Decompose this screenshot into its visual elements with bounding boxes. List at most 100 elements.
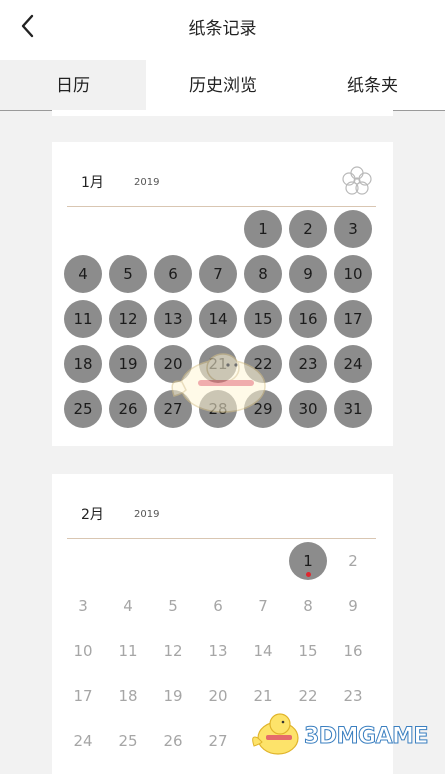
day-cell[interactable]: 8 [289,587,327,625]
day-cell[interactable]: 10 [64,632,102,670]
day-number: 3 [78,597,88,615]
day-number: 5 [168,597,178,615]
day-cell[interactable]: 2 [289,210,327,248]
year-label: 2019 [134,509,160,520]
day-cell[interactable]: 7 [244,587,282,625]
month-card-february: 2月 2019 1 2 3 4 5 6 7 8 9 10 11 12 13 14 15 16 17 18 19 20 2… [52,474,393,774]
tab-note-folder[interactable]: 纸条夹 [300,60,445,110]
day-cell[interactable]: 21 [199,345,237,383]
day-number: 10 [343,265,363,283]
day-cell[interactable]: 14 [244,632,282,670]
day-cell[interactable]: 19 [154,677,192,715]
day-cell[interactable]: 5 [154,587,192,625]
month-label: 1月 [81,175,104,191]
day-number: 26 [163,732,183,750]
day-cell[interactable]: 23 [334,677,372,715]
day-number: 4 [123,597,133,615]
day-cell[interactable]: 3 [334,210,372,248]
day-number: 2 [303,220,313,238]
day-cell[interactable]: 6 [199,587,237,625]
day-cell[interactable]: 29 [244,390,282,428]
day-cell[interactable]: 16 [334,632,372,670]
day-cell[interactable]: 24 [64,722,102,760]
day-number: 5 [123,265,133,283]
day-cell[interactable]: 9 [289,255,327,293]
day-cell[interactable]: 27 [154,390,192,428]
day-cell[interactable]: 12 [154,632,192,670]
day-number: 16 [343,642,363,660]
day-cell[interactable]: 13 [154,300,192,338]
day-cell[interactable]: 2 [334,542,372,580]
day-cell[interactable]: 3 [64,587,102,625]
day-cell[interactable]: 25 [64,390,102,428]
day-number: 8 [258,265,268,283]
day-cell[interactable]: 16 [289,300,327,338]
day-cell[interactable]: 18 [109,677,147,715]
day-number: 14 [253,642,273,660]
day-cell[interactable]: 6 [154,255,192,293]
day-number: 10 [73,642,93,660]
day-cell[interactable]: 26 [109,390,147,428]
day-cell[interactable]: 15 [289,632,327,670]
tab-history[interactable]: 历史浏览 [146,60,300,110]
day-cell[interactable]: 20 [154,345,192,383]
day-number: 11 [73,310,93,328]
day-cell[interactable]: 1 [244,210,282,248]
day-cell[interactable]: 27 [199,722,237,760]
day-cell[interactable]: 26 [154,722,192,760]
day-number: 6 [168,265,178,283]
day-number: 1 [303,552,313,570]
day-number: 2 [348,552,358,570]
day-cell[interactable]: 21 [244,677,282,715]
day-cell[interactable]: 20 [199,677,237,715]
day-cell[interactable]: 22 [289,677,327,715]
day-cell[interactable]: 24 [334,345,372,383]
day-cell[interactable]: 4 [109,587,147,625]
day-cell[interactable]: 13 [199,632,237,670]
year-label: 2019 [134,177,160,188]
day-number: 9 [348,597,358,615]
tab-calendar[interactable]: 日历 [0,60,146,110]
day-number: 25 [73,400,93,418]
day-cell[interactable]: 11 [64,300,102,338]
day-cell[interactable]: 17 [334,300,372,338]
day-cell[interactable]: 8 [244,255,282,293]
month-label: 2月 [81,507,104,523]
day-number: 24 [343,355,363,373]
day-cell[interactable]: 10 [334,255,372,293]
day-cell[interactable]: 22 [244,345,282,383]
day-cell[interactable]: 25 [109,722,147,760]
day-number: 15 [253,310,273,328]
day-number: 1 [258,220,268,238]
day-number: 25 [118,732,138,750]
day-cell[interactable]: 19 [109,345,147,383]
day-number: 23 [298,355,318,373]
day-cell[interactable]: 28 [199,390,237,428]
day-cell[interactable]: 12 [109,300,147,338]
day-cell[interactable]: 23 [289,345,327,383]
day-cell[interactable]: 5 [109,255,147,293]
flower-icon[interactable] [340,164,374,198]
day-cell[interactable]: 31 [334,390,372,428]
day-cell[interactable]: 7 [199,255,237,293]
day-number: 15 [298,642,318,660]
day-number: 3 [348,220,358,238]
note-marker-dot [305,572,311,577]
day-number: 29 [253,400,273,418]
day-number: 28 [208,400,228,418]
day-number: 27 [163,400,183,418]
day-cell[interactable]: 30 [289,390,327,428]
day-cell[interactable]: 1 [289,542,327,580]
day-cell[interactable]: 9 [334,587,372,625]
day-number: 22 [253,355,273,373]
tab-bar: 日历 历史浏览 纸条夹 [0,60,445,111]
day-cell[interactable]: 14 [199,300,237,338]
day-cell[interactable]: 4 [64,255,102,293]
day-cell[interactable]: 18 [64,345,102,383]
day-cell[interactable]: 15 [244,300,282,338]
day-number: 14 [208,310,228,328]
day-number: 30 [298,400,318,418]
day-cell[interactable]: 17 [64,677,102,715]
day-number: 20 [163,355,183,373]
day-cell[interactable]: 11 [109,632,147,670]
